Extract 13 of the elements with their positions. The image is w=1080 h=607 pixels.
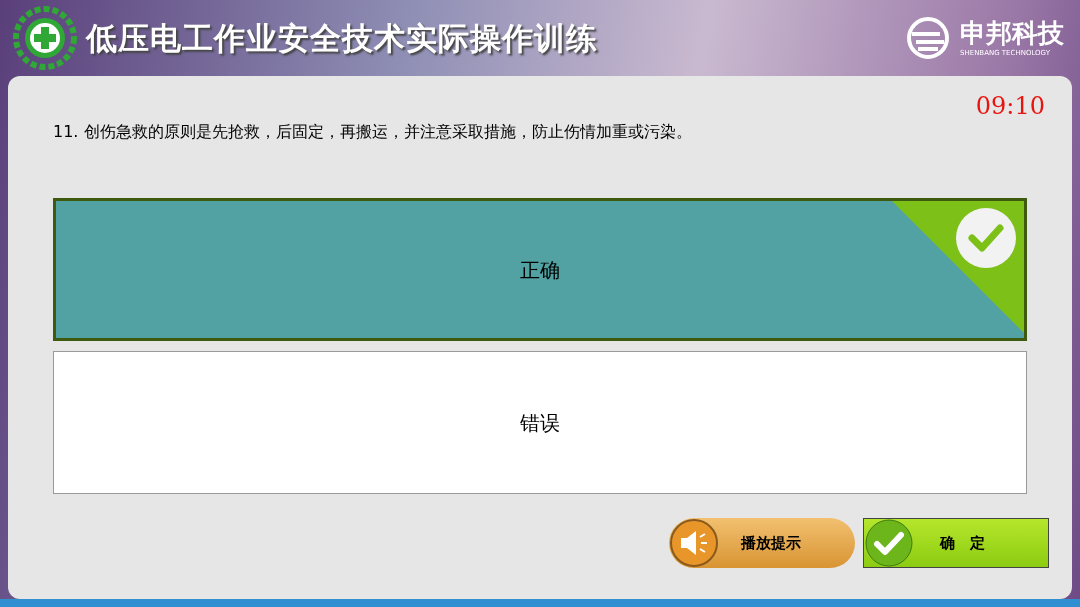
- confirm-button[interactable]: 确 定: [863, 518, 1049, 568]
- speaker-icon: [669, 518, 719, 568]
- answer-option[interactable]: 正确: [53, 198, 1027, 341]
- cross-emblem-icon: [12, 5, 78, 71]
- logo-icon: [904, 16, 952, 60]
- selected-check-icon: [892, 201, 1024, 333]
- brand-name: 申邦科技: [960, 19, 1064, 46]
- app-title: 低压电工作业安全技术实际操作训练: [86, 18, 598, 58]
- countdown-timer: 09:10: [975, 91, 1045, 122]
- answer-option[interactable]: 错误: [53, 351, 1027, 494]
- question-text: 11. 创伤急救的原则是先抢救，后固定，再搬运，并注意采取措施，防止伤情加重或污染。: [53, 121, 693, 143]
- check-icon: [864, 519, 914, 567]
- play-hint-button[interactable]: 播放提示: [669, 518, 855, 568]
